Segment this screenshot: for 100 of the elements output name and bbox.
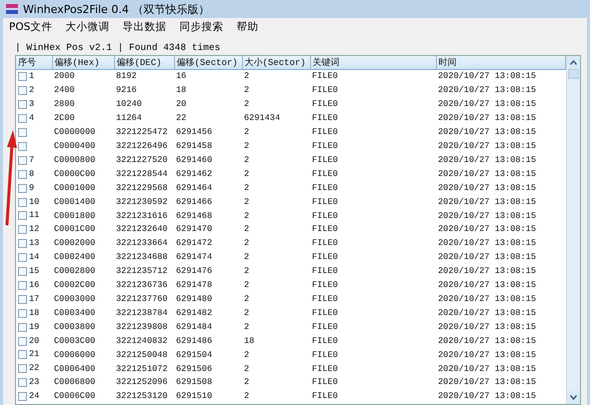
table-cell: 3221225472 bbox=[116, 127, 168, 138]
table-cell: 24 bbox=[29, 390, 40, 404]
table-cell: C0003800 bbox=[54, 322, 96, 332]
table-cell: 15 bbox=[29, 265, 40, 278]
table-cell: 13 bbox=[29, 237, 40, 250]
table-cell: C0001400 bbox=[54, 196, 96, 207]
table-cell: 2020/10/27 13:08:15 bbox=[438, 266, 536, 276]
checkbox[interactable] bbox=[18, 86, 27, 96]
table-cell: C0003C00 bbox=[54, 336, 96, 346]
table-cell: 2800 bbox=[54, 99, 75, 110]
table-cell: FILE0 bbox=[312, 266, 338, 276]
checkbox[interactable] bbox=[18, 308, 27, 318]
scrollbar[interactable] bbox=[566, 56, 580, 404]
table-cell: C0003400 bbox=[54, 308, 96, 318]
checkbox[interactable] bbox=[18, 350, 27, 360]
table-cell: 6291484 bbox=[176, 322, 212, 332]
table-cell: 3221228544 bbox=[116, 168, 168, 179]
checkbox[interactable] bbox=[18, 142, 27, 151]
scroll-down-button[interactable] bbox=[567, 391, 580, 404]
menu-item[interactable]: POS文件 bbox=[9, 20, 52, 34]
menu-item[interactable]: 大小微调 bbox=[65, 20, 110, 34]
checkbox[interactable] bbox=[18, 114, 27, 124]
checkbox[interactable] bbox=[18, 72, 27, 82]
checkbox[interactable] bbox=[18, 225, 27, 234]
column-header[interactable]: 时间 bbox=[438, 58, 456, 68]
table-cell: FILE0 bbox=[312, 127, 338, 138]
checkbox[interactable] bbox=[18, 239, 27, 248]
table-cell: C0003000 bbox=[54, 294, 96, 304]
table-cell: 3221253120 bbox=[116, 391, 168, 402]
table-cell: 3221237760 bbox=[116, 294, 168, 304]
column-header[interactable]: 关键词 bbox=[312, 58, 340, 68]
checkbox[interactable] bbox=[18, 170, 27, 179]
checkbox[interactable] bbox=[18, 294, 27, 304]
table-cell: 18 bbox=[244, 336, 254, 346]
table-cell: 2 bbox=[244, 85, 250, 96]
table-cell: 8192 bbox=[116, 71, 137, 82]
table-cell: 2020/10/27 13:08:15 bbox=[438, 308, 536, 318]
table-cell: 3221231616 bbox=[116, 210, 168, 221]
checkbox[interactable] bbox=[18, 267, 27, 276]
table-cell: FILE0 bbox=[312, 308, 338, 318]
table-cell: 19 bbox=[29, 320, 40, 334]
checkbox[interactable] bbox=[18, 392, 27, 402]
table-cell: 6291506 bbox=[176, 364, 212, 374]
table-cell: 3221252096 bbox=[116, 377, 168, 388]
menu-item[interactable]: 同步搜索 bbox=[179, 20, 224, 34]
checkbox[interactable] bbox=[18, 198, 27, 207]
table-cell: 6291466 bbox=[176, 196, 212, 207]
table-cell: 7 bbox=[29, 154, 34, 167]
checkbox[interactable] bbox=[18, 336, 27, 346]
table-cell: 2 bbox=[244, 377, 250, 388]
table-cell: 20 bbox=[29, 334, 40, 348]
table-cell: 2 bbox=[244, 224, 250, 234]
checkbox[interactable] bbox=[18, 156, 27, 165]
checkbox[interactable] bbox=[18, 211, 27, 220]
table-cell: C0001000 bbox=[54, 182, 96, 193]
table-cell: 2 bbox=[244, 308, 250, 318]
checkbox[interactable] bbox=[18, 280, 27, 290]
menu-item[interactable]: 帮助 bbox=[236, 20, 258, 34]
table-cell: 6291434 bbox=[244, 113, 280, 124]
table-cell: FILE0 bbox=[312, 377, 338, 388]
table-cell: C0000C00 bbox=[54, 168, 96, 179]
table-cell: FILE0 bbox=[312, 196, 338, 207]
table-cell: 6291472 bbox=[176, 238, 212, 248]
table-cell: 2 bbox=[244, 182, 250, 193]
table-cell: 8 bbox=[29, 168, 34, 181]
scroll-thumb[interactable] bbox=[568, 69, 579, 79]
menu-item[interactable]: 导出数据 bbox=[122, 20, 166, 34]
table-cell: 3221234688 bbox=[116, 252, 168, 262]
table-cell: C0000800 bbox=[54, 154, 96, 165]
table-cell: 2 bbox=[244, 252, 250, 262]
table-cell: 2020/10/27 13:08:15 bbox=[438, 71, 536, 82]
table-cell: 2020/10/27 13:08:15 bbox=[438, 294, 536, 304]
checkbox[interactable] bbox=[18, 100, 27, 110]
checkbox[interactable] bbox=[18, 378, 27, 388]
table-cell: 10240 bbox=[116, 99, 142, 110]
table-cell: C0000400 bbox=[54, 141, 96, 151]
table-cell: 12 bbox=[29, 223, 40, 236]
table-cell: 2 bbox=[244, 391, 250, 402]
table-cell: 3221229568 bbox=[116, 182, 168, 193]
table-cell: FILE0 bbox=[312, 391, 338, 402]
table-cell: C0006C00 bbox=[54, 391, 96, 402]
table-cell: C0002C00 bbox=[54, 280, 96, 290]
scroll-up-button[interactable] bbox=[567, 56, 580, 69]
table-cell: FILE0 bbox=[312, 364, 338, 374]
table-cell: C0006400 bbox=[54, 364, 96, 374]
table-cell: FILE0 bbox=[312, 238, 338, 248]
table-cell: 2020/10/27 13:08:15 bbox=[438, 280, 536, 290]
checkbox[interactable] bbox=[18, 364, 27, 374]
table-cell: 17 bbox=[29, 292, 40, 306]
table-cell: 3221235712 bbox=[116, 266, 168, 276]
table-cell: 2020/10/27 13:08:15 bbox=[438, 182, 536, 193]
table-cell: 2 bbox=[244, 238, 250, 248]
table-cell: 2020/10/27 13:08:15 bbox=[438, 113, 536, 124]
checkbox[interactable] bbox=[18, 253, 27, 262]
checkbox[interactable] bbox=[18, 322, 27, 332]
checkbox[interactable] bbox=[18, 184, 27, 193]
table-cell: 2020/10/27 13:08:15 bbox=[438, 168, 536, 179]
app-icon bbox=[5, 3, 19, 15]
table-cell: C0001C00 bbox=[54, 224, 96, 234]
checkbox[interactable] bbox=[18, 128, 27, 137]
